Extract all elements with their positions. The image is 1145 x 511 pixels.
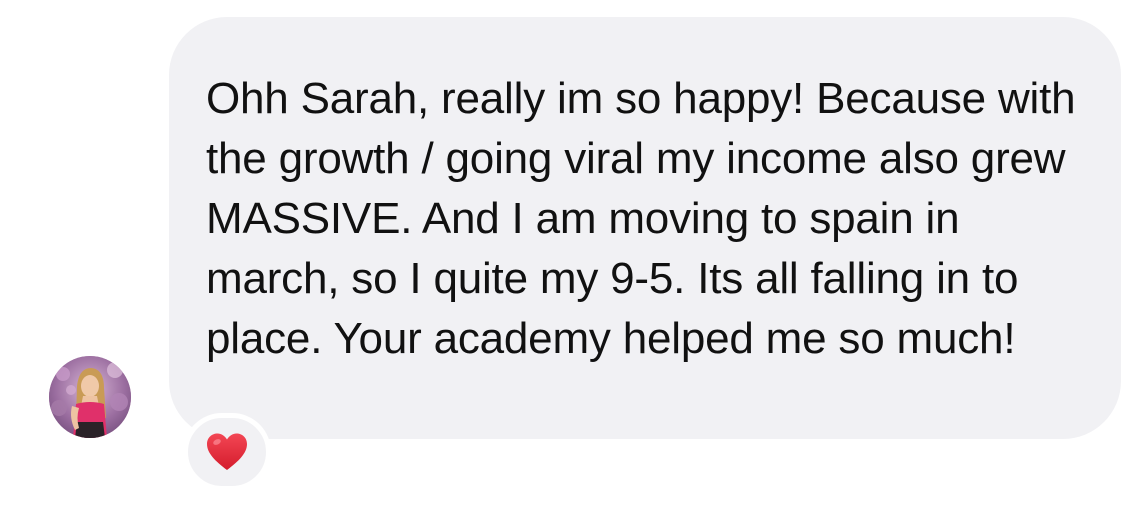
red-heart-icon	[207, 433, 247, 470]
message-text: Ohh Sarah, really im so happy! Because w…	[206, 74, 1076, 363]
reaction-badge[interactable]	[183, 413, 271, 491]
sender-avatar[interactable]	[49, 356, 131, 438]
message-thread: Ohh Sarah, really im so happy! Because w…	[0, 0, 1145, 511]
message-bubble[interactable]: Ohh Sarah, really im so happy! Because w…	[169, 17, 1121, 439]
avatar-photo	[49, 356, 131, 438]
